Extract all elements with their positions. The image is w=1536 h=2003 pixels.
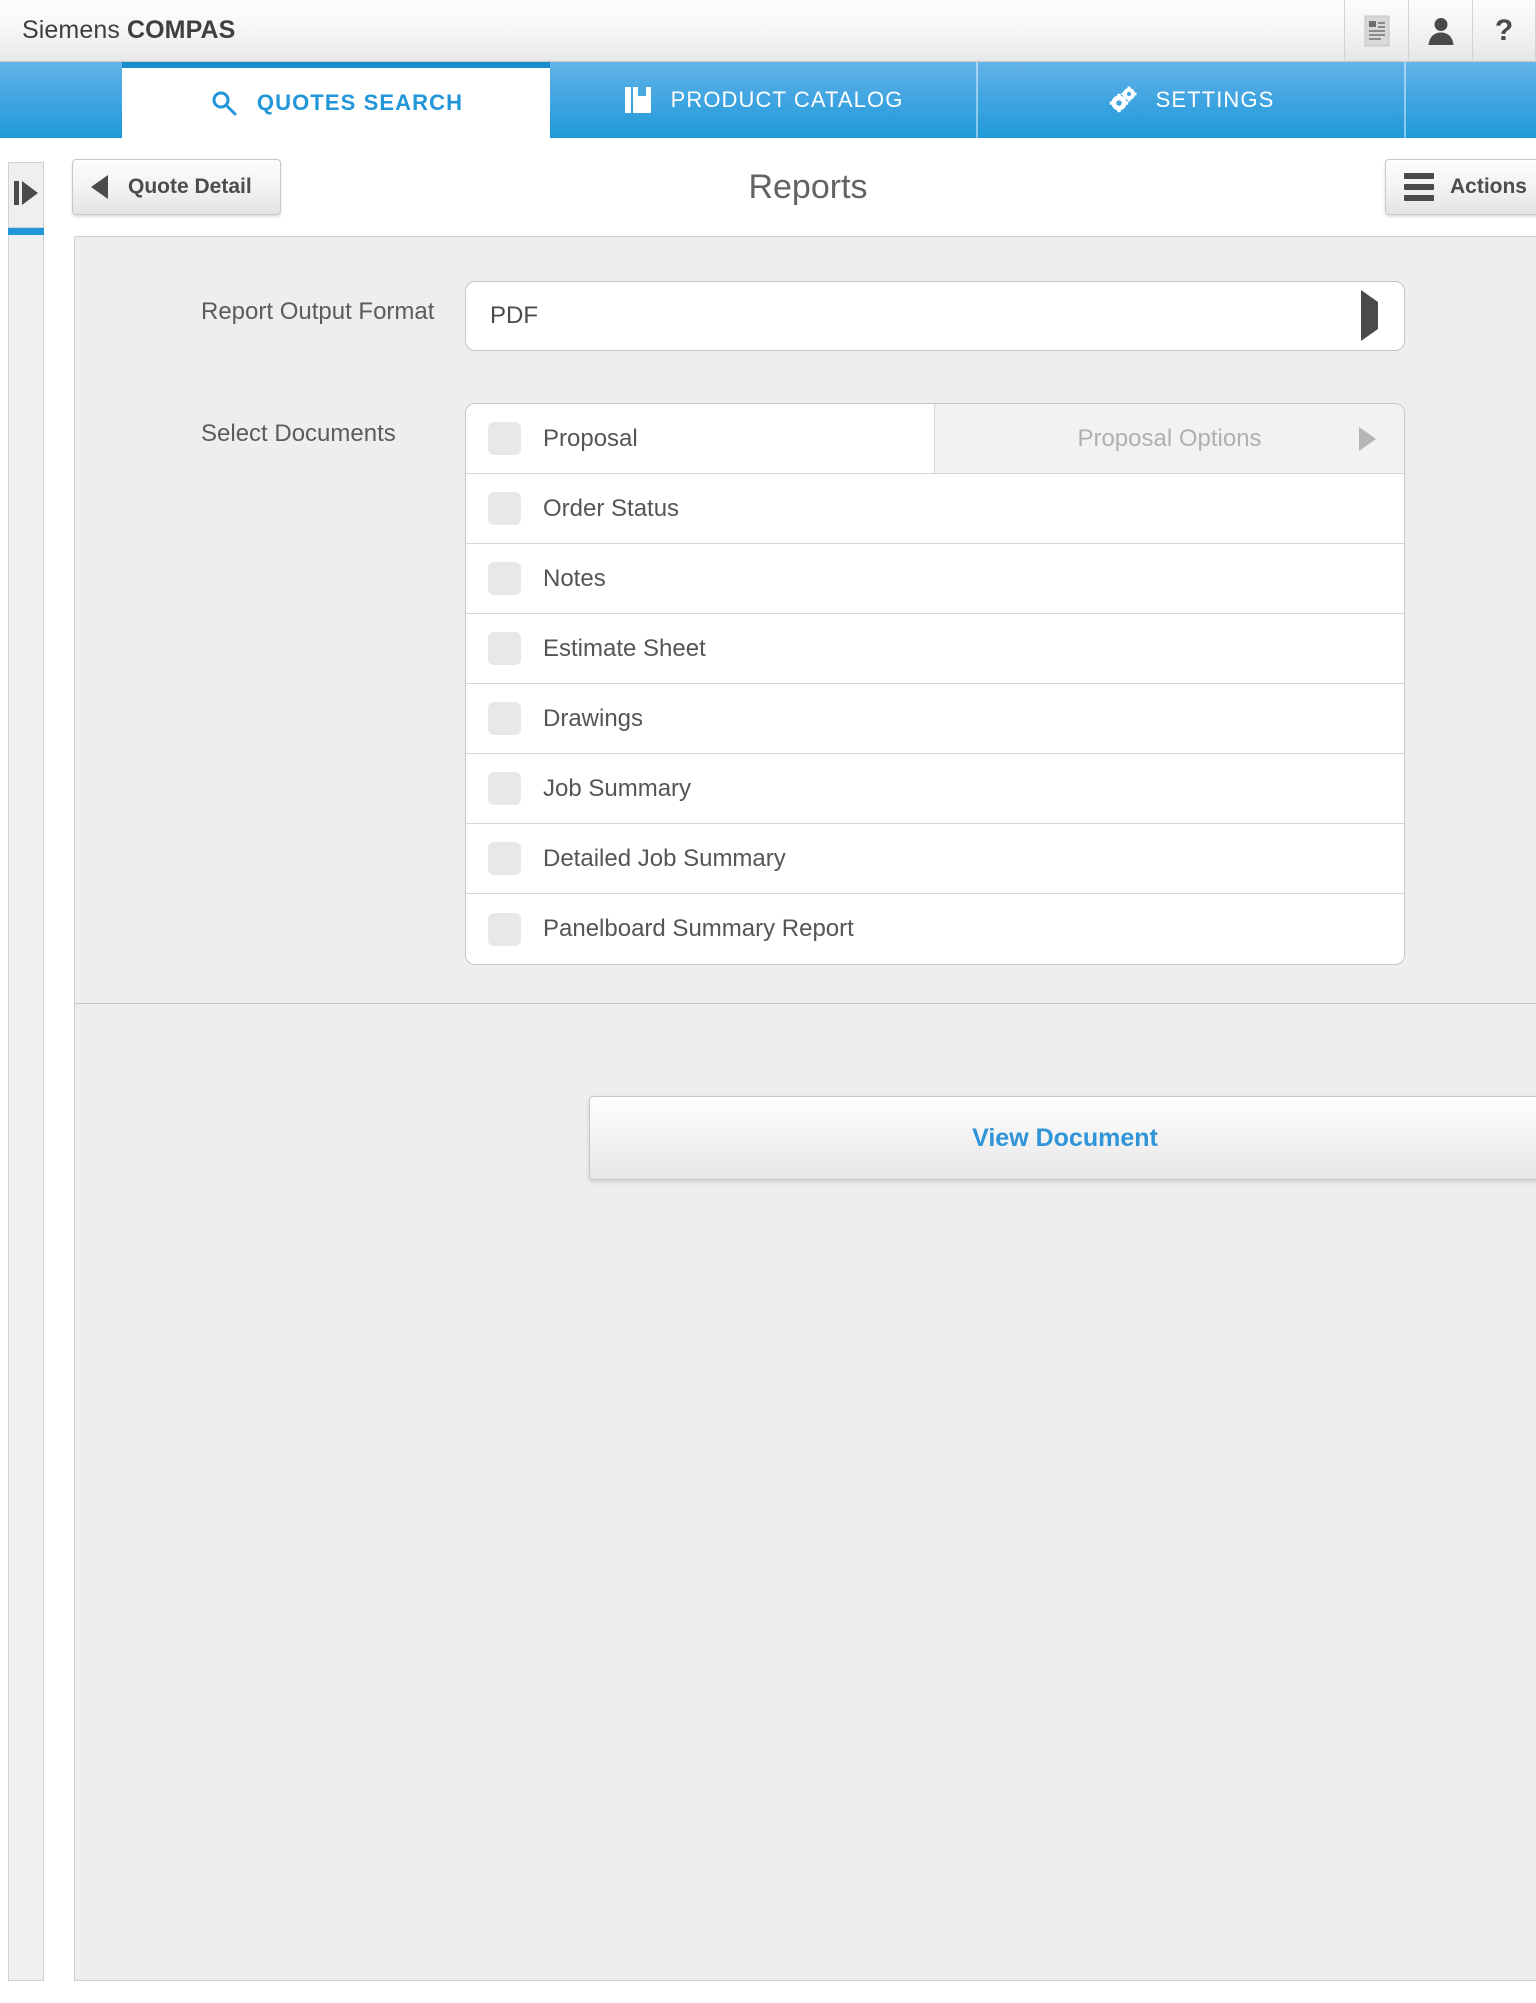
list-item-label: Estimate Sheet (543, 634, 706, 662)
help-icon-button[interactable]: ? (1472, 0, 1536, 61)
proposal-options-button[interactable]: Proposal Options (934, 404, 1404, 473)
quote-detail-back-label: Quote Detail (128, 175, 252, 198)
sidebar-active-indicator (8, 228, 44, 235)
chevron-right-icon (1359, 426, 1376, 451)
list-item[interactable]: Panelboard Summary Report (466, 894, 1404, 964)
document-list: Proposal Proposal Options Order Status N… (465, 403, 1405, 965)
main-content-column: Quote Detail Reports Actions Report Outp… (52, 138, 1536, 2003)
output-format-field: PDF (465, 281, 1536, 351)
actions-button-label: Actions (1449, 175, 1527, 198)
list-item[interactable]: Order Status (466, 474, 1404, 544)
document-toggle-detailed-job-summary[interactable]: Detailed Job Summary (466, 824, 1404, 893)
list-item[interactable]: Job Summary (466, 754, 1404, 824)
tab-quotes-search-label: QUOTES SEARCH (256, 90, 464, 115)
view-document-button[interactable]: View Document (589, 1096, 1536, 1180)
chevron-right-icon (1361, 290, 1378, 341)
list-item-label: Job Summary (543, 774, 692, 802)
select-documents-label: Select Documents (201, 420, 396, 447)
list-item[interactable]: Detailed Job Summary (466, 824, 1404, 894)
list-item-label: Order Status (543, 494, 680, 522)
tab-settings[interactable]: SETTINGS (978, 62, 1406, 138)
sidebar-content-area (8, 235, 44, 1981)
page-toolbar: Quote Detail Reports Actions (52, 138, 1536, 236)
reports-form: Report Output Format PDF Select Document… (75, 237, 1536, 1040)
tab-settings-label: SETTINGS (1155, 87, 1275, 112)
checkbox-icon[interactable] (488, 702, 521, 735)
sidebar-expand-button[interactable] (8, 162, 44, 228)
select-documents-field: Proposal Proposal Options Order Status N… (465, 403, 1536, 965)
main-tab-bar: QUOTES SEARCH PRODUCT CATALOG SETTINGS (0, 62, 1536, 138)
list-item[interactable]: Estimate Sheet (466, 614, 1404, 684)
hamburger-icon (1403, 173, 1434, 201)
list-item-label: Detailed Job Summary (543, 844, 786, 872)
page-body: Quote Detail Reports Actions Report Outp… (0, 138, 1536, 2003)
book-icon (623, 86, 653, 114)
select-documents-row: Select Documents Proposal Proposal Optio… (75, 403, 1536, 965)
back-arrow-icon (91, 175, 108, 199)
document-icon-button[interactable] (1344, 0, 1408, 61)
checkbox-icon[interactable] (488, 632, 521, 665)
user-icon (1426, 16, 1456, 46)
list-item-label: Panelboard Summary Report (543, 915, 854, 942)
checkbox-icon[interactable] (488, 562, 521, 595)
view-document-button-label: View Document (972, 1123, 1158, 1152)
document-toggle-proposal[interactable]: Proposal (466, 404, 934, 473)
tab-product-catalog[interactable]: PRODUCT CATALOG (550, 62, 978, 138)
header-icon-group: ? (1344, 0, 1536, 61)
expand-panel-icon (9, 178, 43, 213)
document-icon (1364, 15, 1390, 47)
output-format-label: Report Output Format (201, 298, 435, 325)
brand-product: COMPAS (126, 16, 236, 44)
search-icon (209, 90, 239, 116)
app-header: Siemens COMPAS ? (0, 0, 1536, 62)
gears-icon (1108, 86, 1138, 114)
tab-product-catalog-label: PRODUCT CATALOG (670, 87, 904, 112)
tab-bar-left-spacer (0, 62, 122, 138)
list-item[interactable]: Drawings (466, 684, 1404, 754)
proposal-options-label: Proposal Options (1077, 424, 1262, 452)
panel-actions-area: View Document (75, 1040, 1536, 1180)
checkbox-icon[interactable] (488, 422, 521, 455)
output-format-select[interactable]: PDF (465, 281, 1405, 351)
tab-quotes-search[interactable]: QUOTES SEARCH (122, 62, 550, 138)
list-item-label: Proposal (543, 424, 638, 452)
output-format-value: PDF (490, 302, 538, 329)
quote-detail-back-button[interactable]: Quote Detail (72, 159, 281, 215)
document-toggle-panelboard-summary-report[interactable]: Panelboard Summary Report (466, 894, 1404, 964)
checkbox-icon[interactable] (488, 772, 521, 805)
left-sidebar (0, 138, 52, 2003)
app-brand: Siemens COMPAS (0, 0, 1344, 61)
output-format-row: Report Output Format PDF (75, 281, 1536, 351)
brand-vendor: Siemens (22, 16, 120, 44)
user-icon-button[interactable] (1408, 0, 1472, 61)
list-item-label: Drawings (543, 704, 644, 732)
list-item[interactable]: Proposal Proposal Options (466, 404, 1404, 474)
document-toggle-job-summary[interactable]: Job Summary (466, 754, 1404, 823)
list-item[interactable]: Notes (466, 544, 1404, 614)
panel-divider (75, 1003, 1536, 1004)
list-item-label: Notes (543, 564, 606, 592)
checkbox-icon[interactable] (488, 492, 521, 525)
document-toggle-order-status[interactable]: Order Status (466, 474, 1404, 543)
actions-button[interactable]: Actions (1384, 159, 1536, 215)
document-toggle-drawings[interactable]: Drawings (466, 684, 1404, 753)
checkbox-icon[interactable] (488, 842, 521, 875)
document-toggle-estimate-sheet[interactable]: Estimate Sheet (466, 614, 1404, 683)
checkbox-icon[interactable] (488, 912, 521, 946)
reports-panel: Report Output Format PDF Select Document… (74, 236, 1536, 1981)
document-toggle-notes[interactable]: Notes (466, 544, 1404, 613)
tab-bar-right-spacer (1406, 62, 1536, 138)
help-icon: ? (1494, 13, 1514, 47)
